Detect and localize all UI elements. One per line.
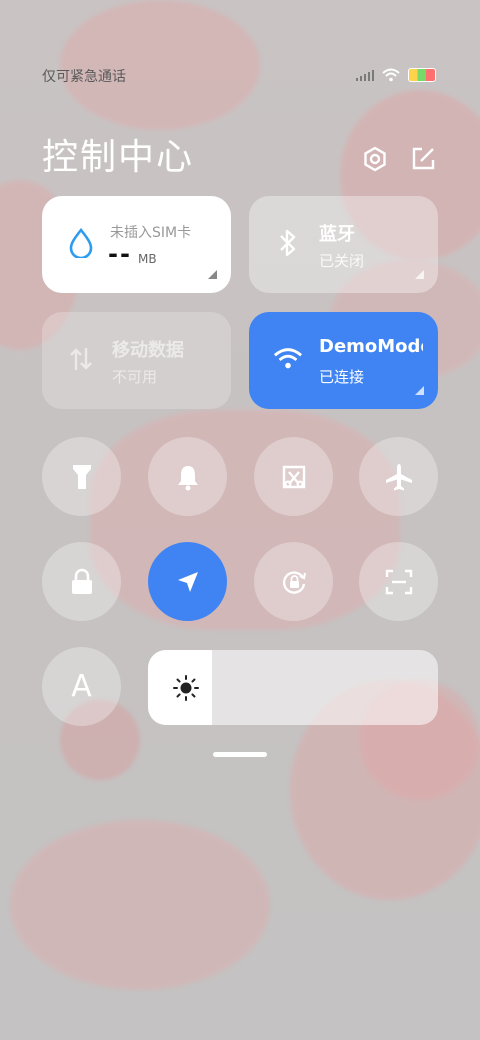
bluetooth-icon xyxy=(273,228,303,258)
droplet-icon xyxy=(66,228,96,258)
sim-data-tile[interactable]: 未插入SIM卡 -- MB xyxy=(42,196,231,293)
wifi-tile[interactable]: DemoMode 已连接 xyxy=(249,312,438,409)
airplane-icon xyxy=(385,463,412,490)
settings-icon[interactable] xyxy=(362,146,388,172)
screenshot-toggle[interactable] xyxy=(254,437,333,516)
expand-corner-icon xyxy=(415,270,424,279)
wifi-status: 已连接 xyxy=(319,368,365,386)
font-size-toggle[interactable]: A xyxy=(42,647,121,726)
bluetooth-status: 已关闭 xyxy=(319,252,365,270)
bell-icon xyxy=(177,465,198,490)
flashlight-icon xyxy=(72,464,91,489)
silent-toggle[interactable] xyxy=(148,437,227,516)
bluetooth-label: 蓝牙 xyxy=(319,224,355,245)
flashlight-toggle[interactable] xyxy=(42,437,121,516)
bluetooth-tile[interactable]: 蓝牙 已关闭 xyxy=(249,196,438,293)
brightness-slider[interactable] xyxy=(148,650,438,725)
wallpaper-blob xyxy=(60,0,260,130)
wallpaper-blob xyxy=(10,820,270,990)
signal-icon xyxy=(356,69,374,81)
wallpaper-blob xyxy=(90,410,400,630)
scan-icon xyxy=(385,569,412,594)
font-icon: A xyxy=(71,669,92,704)
status-icons xyxy=(356,68,436,82)
wifi-icon xyxy=(273,344,303,374)
location-icon xyxy=(177,571,198,592)
mobile-data-tile[interactable]: 移动数据 不可用 xyxy=(42,312,231,409)
wifi-network-name: DemoMode xyxy=(319,336,423,357)
lock-icon xyxy=(71,568,92,594)
mobile-data-icon xyxy=(66,344,96,374)
carrier-status: 仅可紧急通话 xyxy=(42,69,126,85)
sim-label: 未插入SIM卡 xyxy=(110,225,192,241)
scan-toggle[interactable] xyxy=(359,542,438,621)
mobile-data-label: 移动数据 xyxy=(112,340,184,361)
home-indicator[interactable] xyxy=(213,752,267,757)
lock-screen-toggle[interactable] xyxy=(42,542,121,621)
data-usage-unit: MB xyxy=(138,252,157,266)
edit-icon[interactable] xyxy=(410,146,436,172)
location-toggle[interactable] xyxy=(148,542,227,621)
rotation-lock-toggle[interactable] xyxy=(254,542,333,621)
rotation-lock-icon xyxy=(282,570,306,594)
screenshot-icon xyxy=(282,465,305,488)
expand-corner-icon xyxy=(208,270,217,279)
airplane-toggle[interactable] xyxy=(359,437,438,516)
mobile-data-status: 不可用 xyxy=(112,368,158,386)
expand-corner-icon xyxy=(415,386,424,395)
page-title: 控制中心 xyxy=(42,137,195,178)
sun-icon xyxy=(173,675,199,701)
data-usage-value: -- xyxy=(108,240,132,268)
wifi-status-icon xyxy=(382,68,400,82)
battery-icon xyxy=(408,68,436,82)
